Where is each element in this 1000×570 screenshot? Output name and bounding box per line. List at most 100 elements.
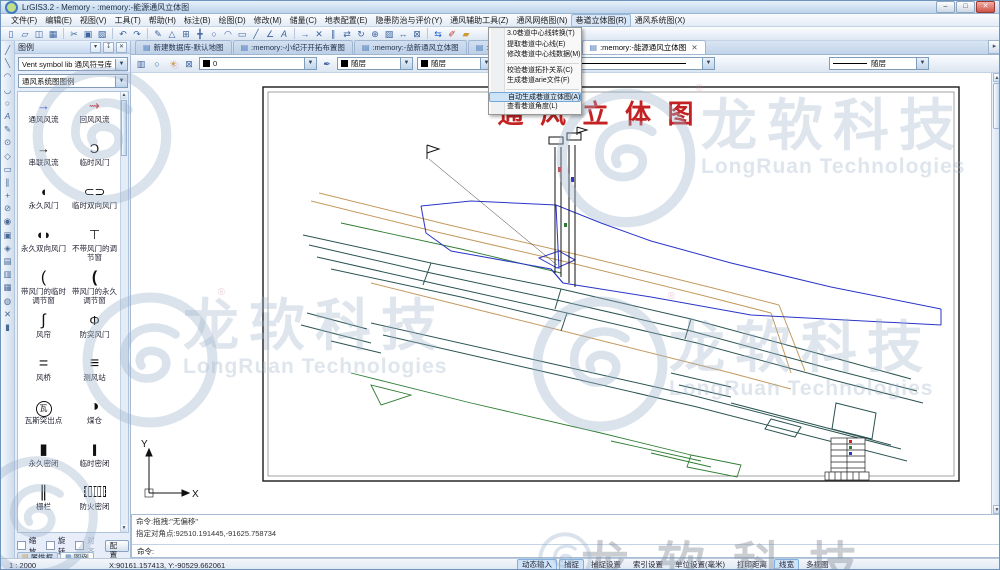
tab-yixin[interactable]: ▤ :memory:-益新通风立体图: [354, 40, 467, 54]
line-icon[interactable]: ╱: [250, 28, 262, 40]
text-icon[interactable]: A: [278, 28, 290, 40]
legend-item[interactable]: 防火密闭: [69, 483, 120, 526]
menu-item-extract-centerline[interactable]: 提取巷道中心线(E): [489, 40, 581, 51]
arc-icon[interactable]: ◠: [222, 28, 234, 40]
draw-tool-icon[interactable]: A: [2, 110, 14, 123]
legend-item[interactable]: ▮永久密闭: [18, 440, 69, 483]
legend-item[interactable]: (带风门的临时调节窗: [18, 268, 69, 311]
draw-tool-icon[interactable]: ◠: [2, 70, 14, 83]
linetype-combo[interactable]: 随层 ▼: [417, 57, 493, 70]
triangle-icon[interactable]: △: [166, 28, 178, 40]
legend-item[interactable]: 瓦瓦斯突出点: [18, 397, 69, 440]
panel-menu-icon[interactable]: ▾: [90, 42, 101, 53]
menu-item-generate-arie[interactable]: 生成巷道arie文件(F): [489, 76, 581, 87]
legend-item[interactable]: →串联风流: [18, 139, 69, 182]
menu-item-verify-topology[interactable]: 校验巷道拓扑关系(C): [489, 66, 581, 77]
color-combo[interactable]: 随层 ▼: [337, 57, 413, 70]
lock-icon[interactable]: ⊠: [183, 58, 195, 70]
menu-vent-tools[interactable]: 通风辅助工具(Z): [446, 14, 512, 27]
menu-item-auto-generate-3d[interactable]: 自动生成巷道立体图(A): [489, 92, 581, 103]
redo-icon[interactable]: ↷: [131, 28, 143, 40]
menu-surface-config[interactable]: 地表配置(E): [321, 14, 372, 27]
tab-default-map[interactable]: ▤ 新建数据库-默认地图: [135, 40, 232, 54]
legend-item[interactable]: ◖永久风门: [18, 182, 69, 225]
draw-tool-icon[interactable]: ◉: [2, 215, 14, 228]
draw-tool-icon[interactable]: ∥: [2, 176, 14, 189]
circle-icon[interactable]: ○: [208, 28, 220, 40]
draw-tool-icon[interactable]: ◈: [2, 242, 14, 255]
offset-icon[interactable]: ∥: [327, 28, 339, 40]
annotate-icon[interactable]: ✐: [446, 28, 458, 40]
panel-pin-icon[interactable]: ↧: [103, 42, 114, 53]
menu-help[interactable]: 帮助(H): [145, 14, 180, 27]
zoom-checkbox[interactable]: [17, 541, 26, 550]
canvas-vertical-scrollbar[interactable]: ▲ ▼: [991, 73, 1000, 514]
menu-annotate[interactable]: 标注(B): [180, 14, 215, 27]
layer-combo[interactable]: 0 ▼: [199, 57, 317, 70]
legend-item[interactable]: Ɔ临时风门: [69, 139, 120, 182]
menu-view[interactable]: 视图(V): [76, 14, 111, 27]
menu-modify[interactable]: 修改(M): [250, 14, 286, 27]
new-icon[interactable]: ▯: [5, 28, 17, 40]
bulb-icon[interactable]: ○: [151, 58, 163, 70]
scroll-down-icon[interactable]: ▼: [121, 525, 127, 532]
command-input[interactable]: 命令:: [132, 544, 1000, 557]
draw-tool-icon[interactable]: ○: [2, 97, 14, 110]
arrow-icon[interactable]: →: [299, 28, 311, 40]
draw-tool-icon[interactable]: +: [2, 189, 14, 202]
draw-tool-icon[interactable]: ✕: [2, 308, 14, 321]
maximize-button[interactable]: □: [956, 1, 975, 13]
legend-category-combo[interactable]: 通风系统图图例 ▼: [18, 74, 128, 88]
save-icon[interactable]: ◫: [33, 28, 45, 40]
open-icon[interactable]: ▱: [19, 28, 31, 40]
panel-close-icon[interactable]: ✕: [116, 42, 127, 53]
trim-icon[interactable]: ✕: [313, 28, 325, 40]
rotate-checkbox[interactable]: [46, 541, 55, 550]
chevron-down-icon[interactable]: ▼: [916, 58, 928, 69]
scroll-up-icon[interactable]: ▲: [993, 73, 1000, 82]
snap-settings-button[interactable]: 捕捉设置: [586, 559, 626, 570]
print-icon[interactable]: ▦: [47, 28, 59, 40]
chevron-down-icon[interactable]: ▼: [115, 59, 127, 70]
scroll-down-icon[interactable]: ▼: [993, 505, 1000, 514]
draw-tool-icon[interactable]: ◡: [2, 84, 14, 97]
draw-tool-icon[interactable]: ▦: [2, 281, 14, 294]
legend-item[interactable]: Φ防突风门: [69, 311, 120, 354]
clipboard-icon[interactable]: ▥: [135, 58, 147, 70]
sun-icon[interactable]: ☀: [167, 58, 179, 70]
snap-toggle[interactable]: 捕捉: [559, 559, 584, 570]
scrollbar-thumb[interactable]: [121, 100, 127, 156]
pencil-icon[interactable]: ✎: [152, 28, 164, 40]
dynamic-input-toggle[interactable]: 动态输入: [517, 559, 557, 570]
tab-close-icon[interactable]: ✕: [691, 43, 697, 52]
legend-item[interactable]: (带风门的永久调节窗: [69, 268, 120, 311]
chevron-down-icon[interactable]: ▼: [304, 58, 316, 69]
hatch-icon[interactable]: ▨: [383, 28, 395, 40]
legend-item[interactable]: ⇝回风风流: [69, 96, 120, 139]
rectangle-icon[interactable]: ▭: [236, 28, 248, 40]
tab-nengyuan-active[interactable]: ▤ :memory:-能源通风立体图 ✕: [582, 40, 706, 54]
config-button[interactable]: 配置: [105, 540, 129, 552]
draw-tool-icon[interactable]: ▤: [2, 255, 14, 268]
symbol-library-combo[interactable]: Vent symbol lib 通风符号库 ▼: [18, 57, 128, 71]
paste-icon[interactable]: ▧: [96, 28, 108, 40]
print-distance-button[interactable]: 打印距离: [732, 559, 772, 570]
drawing-canvas[interactable]: 通 风 立 体 图: [131, 73, 1000, 514]
legend-item[interactable]: ⊂⊃临时双向风门: [69, 182, 120, 225]
draw-tool-icon[interactable]: ▮: [2, 321, 14, 334]
swap-icon[interactable]: ⇆: [432, 28, 444, 40]
fill-icon[interactable]: ▰: [460, 28, 472, 40]
draw-tool-icon[interactable]: ◍: [2, 295, 14, 308]
erase-icon[interactable]: ⊠: [411, 28, 423, 40]
menu-vent-network[interactable]: 通风网络图(N): [512, 14, 571, 27]
legend-item[interactable]: ▮临时密闭: [69, 440, 120, 483]
minimize-button[interactable]: –: [936, 1, 955, 13]
legend-item[interactable]: =风桥: [18, 354, 69, 397]
index-settings-button[interactable]: 索引设置: [628, 559, 668, 570]
multiview-button[interactable]: 多视图: [801, 559, 834, 570]
close-button[interactable]: ✕: [976, 1, 995, 13]
brush-icon[interactable]: ✒: [321, 58, 333, 70]
legend-item[interactable]: ◑煤仓: [69, 397, 120, 440]
tab-scroll-right-button[interactable]: ▸: [988, 40, 1000, 54]
draw-tool-icon[interactable]: ╲: [2, 57, 14, 70]
